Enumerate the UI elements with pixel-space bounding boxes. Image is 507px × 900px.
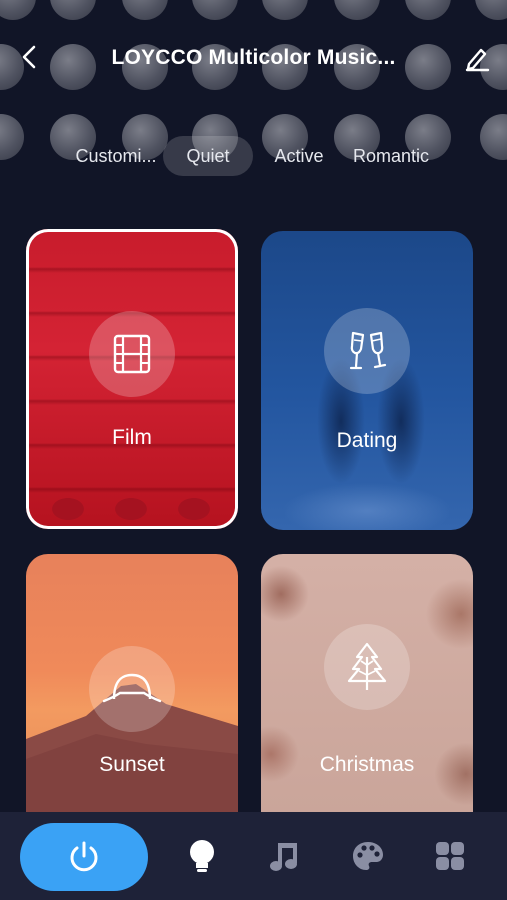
music-note-icon bbox=[270, 843, 297, 871]
nav-color-button[interactable] bbox=[350, 838, 386, 874]
tab-quiet[interactable]: Quiet bbox=[163, 136, 253, 176]
christmas-icon-circle bbox=[324, 624, 410, 710]
bulb-icon bbox=[190, 840, 214, 872]
christmas-tree-icon bbox=[347, 642, 387, 690]
edit-button[interactable] bbox=[461, 42, 493, 74]
film-icon bbox=[113, 334, 151, 374]
sunset-card-label: Sunset bbox=[99, 753, 165, 776]
page-title: LOYCCO Multicolor Music... bbox=[111, 46, 396, 69]
champagne-icon-circle bbox=[324, 308, 410, 394]
scene-card-sunset[interactable]: Sunset bbox=[26, 554, 238, 814]
dating-card-label: Dating bbox=[336, 429, 398, 452]
power-icon bbox=[70, 841, 98, 872]
scene-card-christmas[interactable]: Christmas bbox=[261, 554, 473, 814]
christmas-card-label: Christmas bbox=[319, 753, 415, 776]
film-icon-circle bbox=[89, 311, 175, 397]
sunset-icon-circle bbox=[89, 646, 175, 732]
nav-music-button[interactable] bbox=[266, 838, 302, 874]
nav-light-button[interactable] bbox=[184, 838, 220, 874]
grid-icon bbox=[436, 842, 464, 870]
nav-grid-button[interactable] bbox=[432, 838, 468, 874]
bottom-nav-bar bbox=[0, 812, 507, 900]
scene-card-dating[interactable]: Dating bbox=[261, 231, 473, 530]
power-button[interactable] bbox=[20, 823, 148, 891]
scene-card-film[interactable]: Film bbox=[26, 229, 238, 529]
palette-icon bbox=[353, 842, 383, 870]
back-arrow-icon bbox=[22, 45, 36, 69]
edit-pencil-icon bbox=[465, 48, 490, 72]
film-card-label: Film bbox=[112, 426, 152, 449]
film-card-background bbox=[26, 229, 238, 529]
champagne-glasses-icon bbox=[349, 331, 387, 370]
top-header: LOYCCO Multicolor Music... bbox=[0, 30, 507, 86]
back-button[interactable] bbox=[14, 42, 44, 72]
scene-category-tabs: Customi... Quiet Active Romantic bbox=[0, 136, 507, 176]
tab-customize[interactable]: Customi... bbox=[64, 136, 168, 176]
tab-active[interactable]: Active bbox=[262, 136, 336, 176]
sunset-icon bbox=[102, 673, 162, 703]
tab-romantic[interactable]: Romantic bbox=[344, 136, 438, 176]
